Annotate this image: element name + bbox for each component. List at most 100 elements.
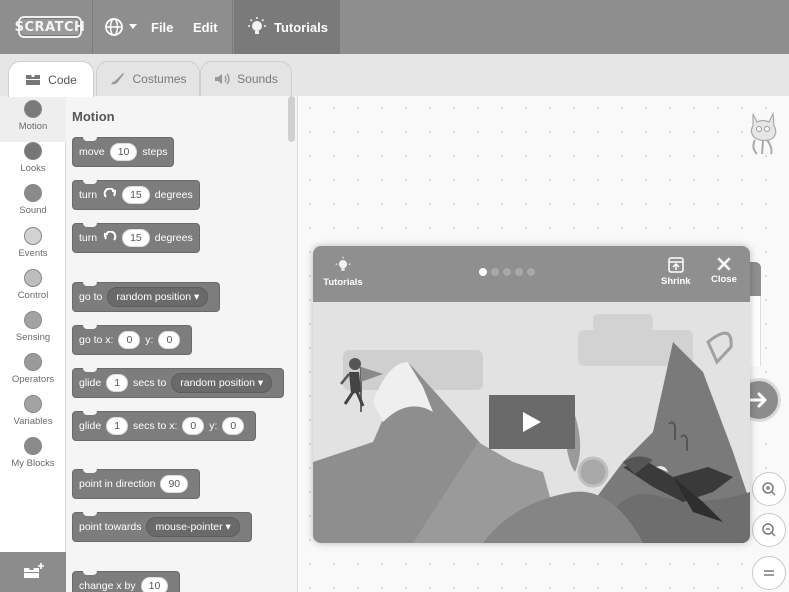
step-dot[interactable]: [491, 268, 499, 276]
tutorials-menu[interactable]: Tutorials: [234, 0, 340, 54]
glide-random-block[interactable]: glide 1 secs to random position ▾: [72, 368, 285, 398]
x-input[interactable]: 0: [182, 417, 205, 435]
block-notch: [83, 512, 97, 516]
degrees-input[interactable]: 15: [122, 229, 150, 247]
card-tutorials-button[interactable]: Tutorials: [323, 256, 363, 288]
category-sensing-swatch: [24, 311, 42, 329]
category-label: Events: [18, 248, 48, 259]
category-motion-swatch: [24, 100, 42, 118]
steps-input[interactable]: 10: [109, 143, 138, 161]
add-extension-icon: [24, 563, 44, 578]
brush-icon: [111, 73, 125, 85]
rotate-left-icon: [104, 231, 117, 241]
category-control[interactable]: Control: [0, 269, 66, 301]
glide-target-dropdown[interactable]: random position ▾: [171, 373, 273, 393]
y-input[interactable]: 0: [222, 417, 245, 435]
category-operators-swatch: [24, 353, 42, 371]
close-button[interactable]: Close: [711, 257, 737, 285]
category-control-swatch: [24, 269, 42, 287]
zoom-reset-button[interactable]: [752, 556, 786, 590]
shrink-button[interactable]: Shrink: [661, 257, 691, 287]
point-towards-dropdown[interactable]: mouse-pointer ▾: [146, 517, 240, 537]
shrink-icon: [668, 257, 684, 273]
zoom-in-button[interactable]: [752, 472, 786, 506]
category-variables-swatch: [24, 395, 42, 413]
zoom-out-button[interactable]: [752, 513, 786, 547]
category-label: My Blocks: [11, 458, 55, 469]
block-notch: [83, 223, 97, 227]
block-text: steps: [142, 146, 168, 158]
block-text: turn: [79, 232, 98, 244]
stage-edge: [750, 296, 761, 366]
block-text: secs to: [133, 377, 167, 389]
step-dot[interactable]: [503, 268, 511, 276]
tutorials-menu-label: Tutorials: [274, 19, 328, 35]
close-label: Close: [711, 274, 737, 285]
palette-scrollbar[interactable]: [288, 96, 295, 142]
category-sound[interactable]: Sound: [0, 184, 66, 216]
y-input[interactable]: 0: [158, 331, 181, 349]
menu-bar: SCRATCH File Edit Tutorials: [0, 0, 789, 54]
category-operators[interactable]: Operators: [0, 353, 66, 385]
language-menu[interactable]: [104, 0, 138, 54]
block-notch: [83, 368, 97, 372]
block-text: y:: [145, 334, 154, 346]
x-input[interactable]: 0: [118, 331, 141, 349]
scratch-logo[interactable]: SCRATCH: [15, 16, 85, 38]
block-text: turn: [79, 189, 98, 201]
block-text: glide: [79, 420, 102, 432]
turn-left-block[interactable]: turn 15 degrees: [72, 223, 200, 253]
secs-input[interactable]: 1: [106, 374, 129, 392]
shrink-label: Shrink: [661, 276, 691, 287]
tutorial-card[interactable]: Tutorials Shrink Close: [313, 246, 750, 543]
add-extension-button[interactable]: [0, 552, 66, 592]
category-label: Sound: [19, 205, 47, 216]
step-dot-active[interactable]: [479, 268, 487, 276]
category-looks[interactable]: Looks: [0, 142, 66, 174]
category-variables[interactable]: Variables: [0, 395, 66, 427]
change-x-input[interactable]: 10: [140, 577, 169, 592]
scratch-editor: SCRATCH File Edit Tutorials Code Costume…: [0, 0, 789, 592]
play-icon: [523, 412, 541, 432]
speaker-icon: [215, 73, 230, 85]
file-menu[interactable]: File: [151, 0, 173, 54]
category-motion[interactable]: Motion: [0, 96, 66, 142]
block-text: go to: [79, 291, 103, 303]
block-text: glide: [79, 377, 102, 389]
go-to-target-dropdown[interactable]: random position ▾: [107, 287, 209, 307]
degrees-input[interactable]: 15: [122, 186, 150, 204]
block-text: move: [79, 146, 105, 158]
block-text: degrees: [154, 189, 193, 201]
equals-icon: [764, 570, 774, 576]
tab-sounds[interactable]: Sounds: [200, 61, 292, 96]
category-label: Control: [17, 290, 49, 301]
step-dot[interactable]: [527, 268, 535, 276]
point-in-direction-block[interactable]: point in direction 90: [72, 469, 201, 499]
category-sensing[interactable]: Sensing: [0, 311, 66, 343]
block-notch: [83, 180, 97, 184]
go-to-xy-block[interactable]: go to x: 0 y: 0: [72, 325, 193, 355]
edit-menu[interactable]: Edit: [193, 0, 218, 54]
change-x-block[interactable]: change x by 10: [72, 571, 181, 592]
tab-costumes-label: Costumes: [132, 72, 187, 86]
move-steps-block[interactable]: move 10 steps: [72, 137, 175, 167]
lightbulb-icon: [248, 17, 266, 34]
category-label: Operators: [11, 374, 55, 385]
turn-right-block[interactable]: turn 15 degrees: [72, 180, 200, 210]
code-icon: [26, 74, 41, 85]
direction-input[interactable]: 90: [160, 475, 189, 493]
tab-code[interactable]: Code: [8, 61, 94, 97]
block-text: point in direction: [79, 478, 156, 490]
point-towards-block[interactable]: point towards mouse-pointer ▾: [72, 512, 252, 542]
sprite-cat-icon: [750, 111, 777, 155]
tab-costumes[interactable]: Costumes: [96, 61, 200, 96]
category-my-blocks[interactable]: My Blocks: [0, 437, 66, 469]
step-dot[interactable]: [515, 268, 523, 276]
go-to-block[interactable]: go to random position ▾: [72, 282, 221, 312]
glide-xy-block[interactable]: glide 1 secs to x: 0 y: 0: [72, 411, 257, 441]
play-video-button[interactable]: [489, 395, 575, 449]
zoom-in-icon: [762, 482, 776, 496]
zoom-out-icon: [762, 523, 776, 537]
category-events[interactable]: Events: [0, 227, 66, 259]
secs-input[interactable]: 1: [106, 417, 129, 435]
